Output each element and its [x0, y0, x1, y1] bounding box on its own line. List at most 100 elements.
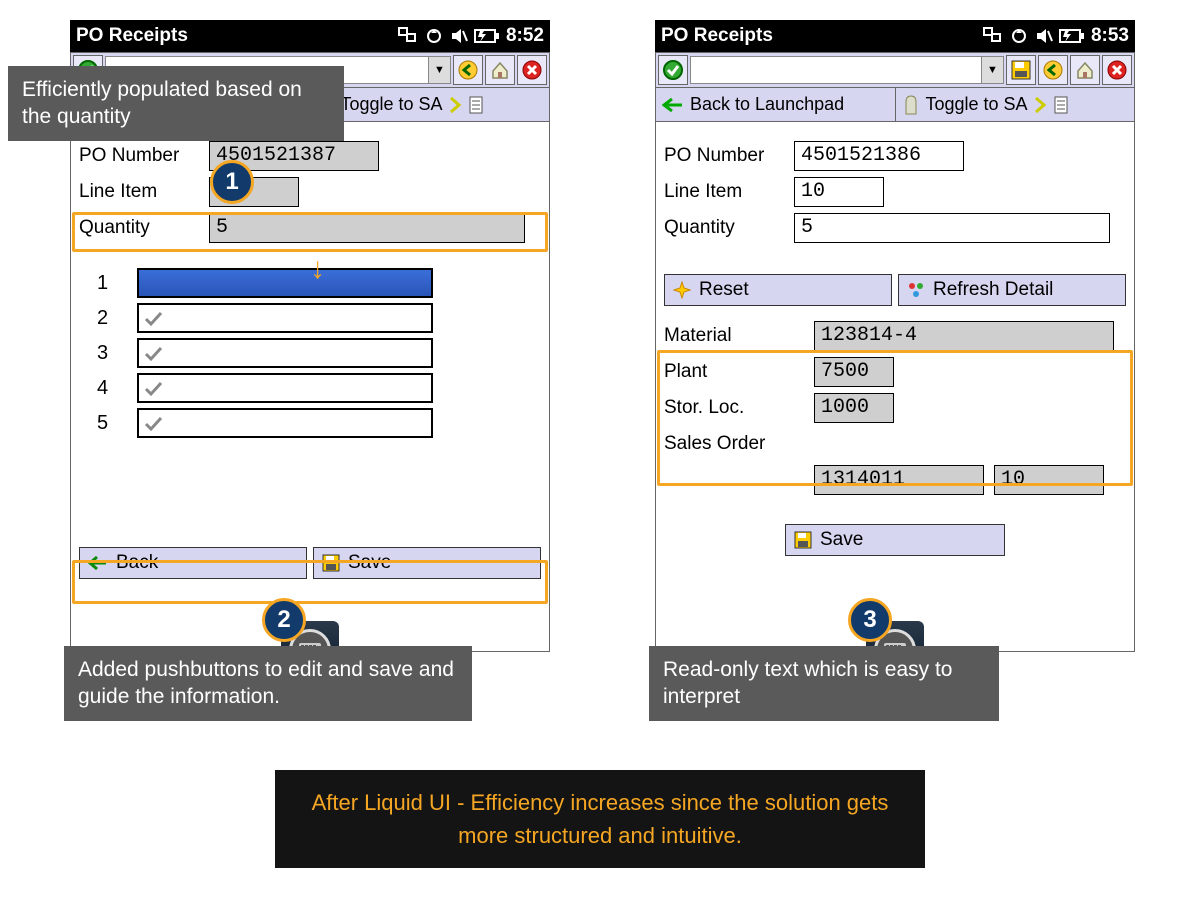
back-button[interactable]: Back — [79, 547, 307, 579]
quantity-row: Quantity 5 — [664, 212, 1126, 244]
forward-icon — [449, 96, 463, 114]
list-icon — [1054, 96, 1068, 114]
check-icon — [143, 414, 165, 434]
list-row-2[interactable]: 2 — [97, 301, 541, 335]
material-label: Material — [664, 325, 814, 347]
row-cell-selected[interactable] — [137, 268, 433, 298]
toolbar-secondary: Back to Launchpad Toggle to SA — [655, 88, 1135, 122]
toggle-sap-label: Toggle to SA — [341, 94, 443, 115]
save-button[interactable]: Save — [313, 547, 541, 579]
floppy-icon — [794, 531, 812, 549]
list-row-5[interactable]: 5 — [97, 406, 541, 440]
reset-label: Reset — [699, 279, 749, 301]
row-num: 1 — [97, 272, 137, 295]
sales-order-row: Sales Order — [664, 428, 1126, 460]
windows-icon — [983, 27, 1003, 45]
line-item-row: Line Item 10 — [79, 176, 541, 208]
sales-order-field-2: 10 — [994, 465, 1104, 495]
line-item-field[interactable]: 10 — [794, 177, 884, 207]
action-buttons-left: Back Save — [79, 547, 541, 579]
bag-icon — [902, 94, 920, 116]
quantity-label: Quantity — [664, 217, 794, 239]
check-icon — [143, 379, 165, 399]
sales-order-field-1: 1314011 — [814, 465, 984, 495]
bottom-banner: After Liquid UI - Efficiency increases s… — [275, 770, 925, 868]
quantity-label: Quantity — [79, 217, 209, 239]
badge-2: 2 — [262, 598, 306, 642]
cancel-button[interactable] — [517, 55, 547, 85]
list-row-3[interactable]: 3 — [97, 336, 541, 370]
app-title: PO Receipts — [76, 25, 398, 47]
annotation-2: Added pushbuttons to edit and save and g… — [64, 646, 472, 721]
status-bar: PO Receipts 8:52 — [70, 20, 550, 52]
check-icon — [143, 309, 165, 329]
quantity-row: Quantity 5 — [79, 212, 541, 244]
toolbar-primary: ▼ — [655, 52, 1135, 88]
quantity-field[interactable]: 5 — [794, 213, 1110, 243]
back-to-launchpad-button[interactable]: Back to Launchpad — [656, 88, 896, 121]
po-number-row: PO Number 4501521387 — [79, 140, 541, 172]
arrow-left-icon — [88, 555, 108, 571]
chevron-down-icon: ▼ — [981, 57, 1003, 83]
arrow-down-icon: ↓ — [310, 252, 325, 286]
sparkle-icon — [673, 281, 691, 299]
annotation-3: Read-only text which is easy to interpre… — [649, 646, 999, 721]
sync-icon — [1009, 27, 1029, 45]
home-button[interactable] — [1070, 55, 1100, 85]
ok-check-button[interactable] — [658, 55, 688, 85]
speaker-icon — [450, 27, 468, 45]
nav-back-button[interactable] — [1038, 55, 1068, 85]
material-row: Material 123814-4 — [664, 320, 1126, 352]
device-screen-right: PO Receipts 8:53 ▼ — [655, 20, 1135, 652]
home-button[interactable] — [485, 55, 515, 85]
line-item-label: Line Item — [79, 181, 209, 203]
toggle-sap-button[interactable]: Toggle to SA — [311, 88, 550, 121]
po-number-label: PO Number — [664, 145, 794, 167]
badge-1: 1 — [210, 160, 254, 204]
reset-button[interactable]: Reset — [664, 274, 892, 306]
plant-row: Plant 7500 — [664, 356, 1126, 388]
save-button-label: Save — [820, 529, 863, 551]
stor-loc-field: 1000 — [814, 393, 894, 423]
quantity-field[interactable]: 5 — [209, 213, 525, 243]
arrow-left-icon — [662, 97, 684, 113]
po-number-field[interactable]: 4501521386 — [794, 141, 964, 171]
reset-refresh-row: Reset Refresh Detail — [664, 274, 1126, 306]
save-button[interactable]: Save — [785, 524, 1005, 556]
cancel-button[interactable] — [1102, 55, 1132, 85]
row-num: 3 — [97, 342, 137, 365]
po-number-row: PO Number 4501521386 — [664, 140, 1126, 172]
annotation-1: Efficiently populated based on the quant… — [8, 66, 344, 141]
row-cell[interactable] — [137, 338, 433, 368]
refresh-icon — [907, 281, 925, 299]
row-num: 4 — [97, 377, 137, 400]
transaction-combo[interactable]: ▼ — [690, 56, 1004, 84]
save-button-label: Save — [348, 552, 391, 574]
speaker-icon — [1035, 27, 1053, 45]
app-title: PO Receipts — [661, 25, 983, 47]
battery-icon — [1059, 28, 1085, 44]
badge-3: 3 — [848, 598, 892, 642]
row-cell[interactable] — [137, 408, 433, 438]
quantity-list: 1 2 3 4 5 — [97, 266, 541, 440]
row-num: 5 — [97, 412, 137, 435]
line-item-label: Line Item — [664, 181, 794, 203]
nav-back-button[interactable] — [453, 55, 483, 85]
toggle-sap-label: Toggle to SA — [926, 94, 1028, 115]
status-bar: PO Receipts 8:53 — [655, 20, 1135, 52]
row-cell[interactable] — [137, 373, 433, 403]
sales-order-label: Sales Order — [664, 433, 814, 455]
clock-time: 8:53 — [1091, 25, 1129, 47]
save-toolbar-button[interactable] — [1006, 55, 1036, 85]
windows-icon — [398, 27, 418, 45]
status-icons: 8:52 — [398, 25, 544, 47]
row-cell[interactable] — [137, 303, 433, 333]
po-number-label: PO Number — [79, 145, 209, 167]
sales-order-values-row: 1314011 10 — [814, 464, 1126, 496]
list-row-4[interactable]: 4 — [97, 371, 541, 405]
chevron-down-icon: ▼ — [428, 57, 450, 83]
refresh-button[interactable]: Refresh Detail — [898, 274, 1126, 306]
sync-icon — [424, 27, 444, 45]
toggle-sap-button[interactable]: Toggle to SA — [896, 88, 1135, 121]
content-area-left: PO Number 4501521387 Line Item 10 Quanti… — [70, 122, 550, 652]
